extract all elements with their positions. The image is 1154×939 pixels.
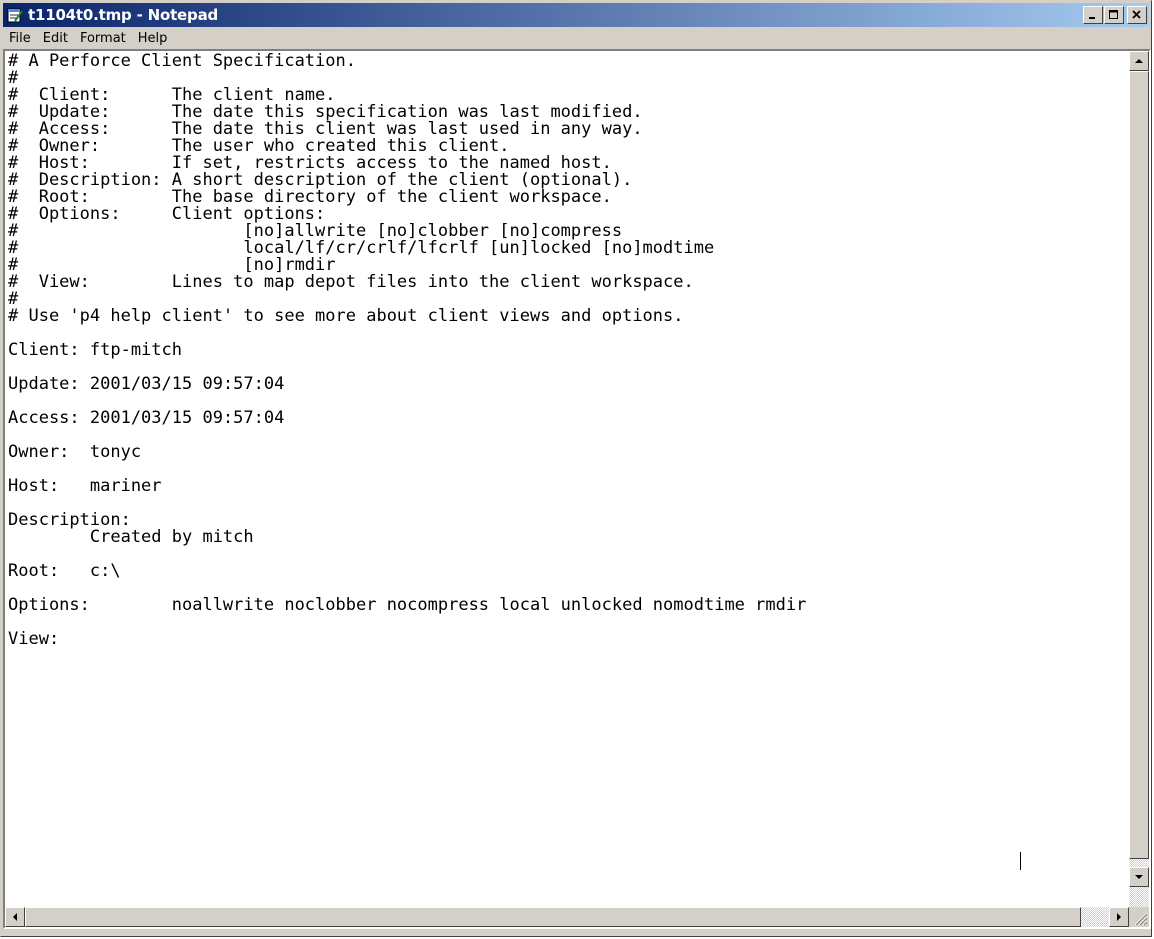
text-line: Created by mitch: [8, 527, 254, 547]
close-icon: [1132, 10, 1141, 19]
minimize-button[interactable]: [1083, 6, 1103, 24]
scroll-left-button[interactable]: [5, 907, 25, 927]
editor-frame: # A Perforce Client Specification. # # C…: [3, 49, 1151, 929]
text-line: # A Perforce Client Specification.: [8, 51, 356, 71]
scroll-down-button[interactable]: [1129, 867, 1149, 887]
text-line: View:: [8, 629, 60, 649]
vertical-scrollbar[interactable]: [1129, 51, 1149, 907]
arrow-left-icon: [13, 913, 17, 921]
scroll-right-button[interactable]: [1109, 907, 1129, 927]
text-line: # View: Lines to map depot files into th…: [8, 272, 694, 292]
arrow-down-icon: [1135, 875, 1143, 879]
text-line: Client: ftp-mitch: [8, 340, 182, 360]
minimize-icon: [1089, 17, 1095, 19]
close-button[interactable]: [1127, 6, 1147, 24]
menu-edit[interactable]: Edit: [37, 31, 74, 46]
notepad-icon[interactable]: [6, 6, 24, 24]
title-bar[interactable]: t1104t0.tmp - Notepad: [3, 3, 1149, 27]
scroll-up-button[interactable]: [1129, 51, 1149, 71]
arrow-up-icon: [1135, 59, 1143, 63]
text-line: Access: 2001/03/15 09:57:04: [8, 408, 285, 428]
text-line: Owner: tonyc: [8, 442, 142, 462]
text-line: Update: 2001/03/15 09:57:04: [8, 374, 285, 394]
window-title: t1104t0.tmp - Notepad: [28, 6, 219, 24]
menu-bar: File Edit Format Help: [3, 28, 1149, 48]
text-line: Root: c:\: [8, 561, 121, 581]
notepad-window: t1104t0.tmp - Notepad File Edit Format H…: [0, 0, 1152, 937]
text-line: Options: noallwrite noclobber nocompress…: [8, 595, 807, 615]
maximize-button[interactable]: [1104, 6, 1124, 24]
horizontal-scrollbar[interactable]: [5, 907, 1129, 927]
size-grip[interactable]: [1129, 907, 1149, 927]
arrow-right-icon: [1117, 913, 1121, 921]
menu-file[interactable]: File: [3, 31, 37, 46]
text-line: # Use 'p4 help client' to see more about…: [8, 306, 684, 326]
text-editor[interactable]: # A Perforce Client Specification. # # C…: [5, 51, 1129, 907]
text-line: Host: mariner: [8, 476, 162, 496]
maximize-icon: [1109, 10, 1118, 19]
horizontal-scroll-thumb[interactable]: [25, 907, 1081, 927]
menu-format[interactable]: Format: [74, 31, 132, 46]
size-grip-icon: [1134, 912, 1148, 926]
document-text: # A Perforce Client Specification. # # C…: [5, 51, 1129, 648]
menu-help[interactable]: Help: [132, 31, 174, 46]
vertical-scroll-thumb[interactable]: [1129, 71, 1149, 859]
text-caret: [1020, 852, 1021, 870]
